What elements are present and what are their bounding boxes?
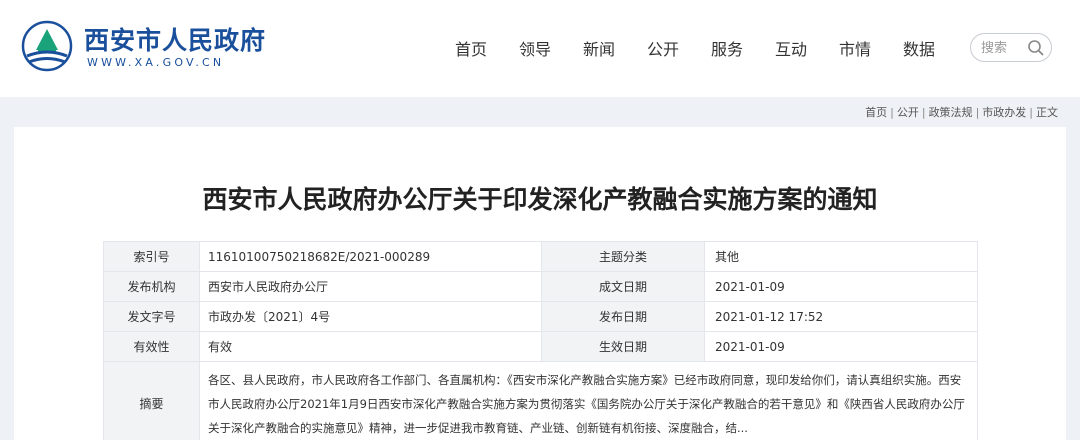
breadcrumb-policy[interactable]: 政策法规 <box>929 106 973 119</box>
nav-item-interaction[interactable]: 互动 <box>775 36 807 60</box>
nav-item-data[interactable]: 数据 <box>903 36 935 60</box>
breadcrumb-home[interactable]: 首页 <box>865 106 887 119</box>
page-title: 西安市人民政府办公厅关于印发深化产教融合实施方案的通知 <box>202 185 878 214</box>
meta-label: 发文字号 <box>103 301 200 332</box>
search-box[interactable] <box>970 33 1052 62</box>
meta-label: 索引号 <box>103 241 200 272</box>
meta-value: 其他 <box>704 241 978 272</box>
meta-label: 发布机构 <box>103 271 200 302</box>
breadcrumb: 首页 | 公开 | 政策法规 | 市政办发 | 正文 <box>865 106 1058 119</box>
meta-label: 生效日期 <box>541 331 705 362</box>
table-row: 发文字号 市政办发〔2021〕4号 发布日期 2021-01-12 17:52 <box>103 301 978 332</box>
meta-value: 11610100750218682E/2021-000289 <box>199 241 542 272</box>
search-icon[interactable] <box>1027 39 1045 57</box>
meta-value: 2021-01-09 <box>704 331 978 362</box>
table-row-abstract: 摘要 各区、县人民政府，市人民政府各工作部门、各直属机构：《西安市深化产教融合实… <box>103 361 978 440</box>
meta-value: 西安市人民政府办公厅 <box>199 271 542 302</box>
meta-label: 主题分类 <box>541 241 705 272</box>
meta-value: 市政办发〔2021〕4号 <box>199 301 542 332</box>
breadcrumb-current: 正文 <box>1036 106 1058 119</box>
nav-item-public[interactable]: 公开 <box>647 36 679 60</box>
abstract-text: 各区、县人民政府，市人民政府各工作部门、各直属机构：《西安市深化产教融合实施方案… <box>199 361 978 440</box>
search-input[interactable] <box>981 39 1027 57</box>
nav-item-city-info[interactable]: 市情 <box>839 36 871 60</box>
table-row: 有效性 有效 生效日期 2021-01-09 <box>103 331 978 362</box>
meta-value: 有效 <box>199 331 542 362</box>
nav-item-news[interactable]: 新闻 <box>583 36 615 60</box>
meta-label: 成文日期 <box>541 271 705 302</box>
metadata-table: 索引号 11610100750218682E/2021-000289 主题分类 … <box>103 241 978 440</box>
breadcrumb-category[interactable]: 市政办发 <box>982 106 1026 119</box>
meta-label: 有效性 <box>103 331 200 362</box>
main-nav: 首页 领导 新闻 公开 服务 互动 市情 数据 <box>0 36 1080 60</box>
meta-label: 发布日期 <box>541 301 705 332</box>
abstract-label: 摘要 <box>103 361 200 440</box>
table-row: 发布机构 西安市人民政府办公厅 成文日期 2021-01-09 <box>103 271 978 302</box>
meta-value: 2021-01-09 <box>704 271 978 302</box>
nav-item-leaders[interactable]: 领导 <box>519 36 551 60</box>
table-row: 索引号 11610100750218682E/2021-000289 主题分类 … <box>103 241 978 272</box>
nav-item-services[interactable]: 服务 <box>711 36 743 60</box>
nav-item-home[interactable]: 首页 <box>455 36 487 60</box>
meta-value: 2021-01-12 17:52 <box>704 301 978 332</box>
breadcrumb-public[interactable]: 公开 <box>897 106 919 119</box>
site-header: 西安市人民政府 WWW.XA.GOV.CN 首页 领导 新闻 公开 服务 互动 … <box>0 0 1080 97</box>
